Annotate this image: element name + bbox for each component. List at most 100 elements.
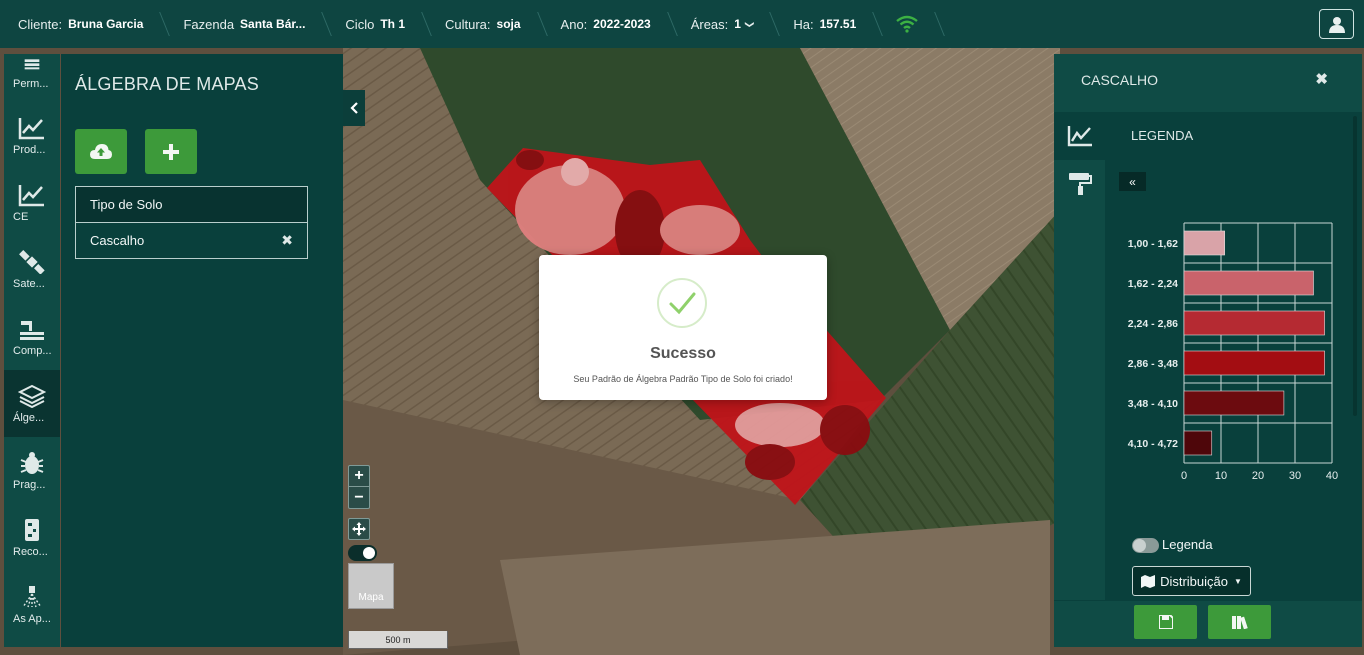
cloud-upload-icon [90, 143, 112, 159]
histogram-bar [1183, 310, 1325, 336]
x-tick-label: 40 [1326, 470, 1338, 482]
rail-item-pests[interactable]: Prag... [4, 437, 60, 504]
zoom-in-button[interactable]: + [349, 466, 369, 487]
zoom-out-button[interactable]: − [349, 487, 369, 508]
list-item[interactable]: Cascalho ✖ [75, 222, 308, 259]
rail-item-compaction[interactable]: Comp... [4, 303, 60, 370]
crumb-value: 157.51 [819, 17, 857, 31]
list-item-label: Tipo de Solo [90, 197, 163, 212]
histogram-bar [1183, 350, 1325, 376]
rail-item-permissions[interactable]: Perm... [4, 54, 60, 102]
pan-button[interactable] [348, 518, 370, 540]
panel-header: CASCALHO ✖ [1054, 54, 1362, 112]
panel-title: CASCALHO [1081, 72, 1159, 88]
map-icon [1141, 574, 1156, 588]
tab-chart[interactable] [1054, 112, 1105, 160]
list-item[interactable]: Tipo de Solo [75, 186, 308, 223]
histogram-bar [1183, 390, 1285, 416]
plus-icon [163, 143, 179, 160]
sample-icon [25, 518, 39, 541]
category-label: 4,10 - 4,72 [1128, 438, 1178, 450]
distribution-dropdown[interactable]: Distribuição ▼ [1132, 566, 1251, 596]
panel-tabs [1054, 112, 1105, 600]
rail-item-label: Prod... [13, 143, 46, 156]
crumb-value: soja [496, 17, 521, 31]
panel-footer [1054, 601, 1362, 647]
modal-title: Sucesso [650, 345, 716, 362]
permissions-icon [24, 59, 40, 70]
remove-icon[interactable]: ✖ [281, 232, 293, 249]
save-button[interactable] [1134, 605, 1197, 639]
scale-bar: 500 m [348, 631, 448, 649]
area-histogram: 0 10 20 30 40 1,00 - 1,62 1,62 - 2,24 2,24 - 2,… [1128, 222, 1338, 482]
rail-item-productivity[interactable]: Prod... [4, 102, 60, 169]
rail-item-label: CE [13, 210, 29, 223]
panel-title: ÁLGEBRA DE MAPAS [75, 74, 259, 94]
x-tick-label: 20 [1252, 470, 1264, 482]
crumb-cliente[interactable]: Cliente: Bruna Garcia [0, 0, 165, 48]
satellite-icon [19, 249, 45, 274]
histogram-bar [1183, 230, 1226, 256]
caret-down-icon: ▼ [1234, 576, 1242, 586]
crumb-label: Fazenda [183, 16, 235, 32]
crumb-cultura[interactable]: Cultura: soja [427, 0, 543, 48]
line-chart-icon [1067, 126, 1092, 147]
rail-item-label: Comp... [13, 344, 52, 357]
crumb-value: 1 [734, 17, 741, 31]
collapse-legend-button[interactable]: « [1119, 172, 1146, 191]
crumb-label: Áreas: [690, 16, 729, 32]
rail-item-algebra[interactable]: Álge... [4, 370, 60, 437]
connection-status [878, 0, 940, 48]
close-icon[interactable]: ✖ [1315, 70, 1328, 88]
user-icon [1328, 16, 1345, 33]
algebra-list: Tipo de Solo Cascalho ✖ [75, 186, 308, 259]
category-label: 3,48 - 4,10 [1128, 398, 1178, 410]
crumb-ha: Ha: 157.51 [775, 0, 878, 48]
bug-icon [20, 451, 44, 474]
crumb-fazenda[interactable]: Fazenda Santa Bár... [165, 0, 327, 48]
rail-item-label: Prag... [13, 478, 46, 491]
algebra-panel: ÁLGEBRA DE MAPAS Tipo de Solo Cascalho ✖ [61, 54, 343, 647]
chevron-down-icon[interactable]: ❯ [744, 20, 754, 28]
legend-heading: LEGENDA [1131, 128, 1194, 143]
category-label: 1,62 - 2,24 [1128, 278, 1178, 290]
x-tick-label: 0 [1181, 470, 1187, 482]
histogram-bar [1183, 430, 1213, 456]
line-chart-icon [18, 184, 44, 206]
crumb-value: 2022-2023 [593, 17, 651, 31]
crumb-value: Bruna Garcia [68, 17, 144, 31]
line-chart-icon [18, 117, 44, 139]
basemap-thumbnail[interactable]: Mapa [348, 563, 394, 609]
basemap-label: Mapa [358, 592, 384, 603]
chevron-left-icon [350, 102, 358, 114]
basemap-toggle[interactable] [348, 545, 377, 561]
crumb-areas[interactable]: Áreas: 1 ❯ [673, 0, 776, 48]
crumb-label: Ha: [793, 16, 814, 32]
list-item-label: Cascalho [90, 233, 145, 248]
add-button[interactable] [145, 129, 197, 174]
upload-button[interactable] [75, 129, 127, 174]
user-menu-button[interactable] [1319, 9, 1354, 39]
success-modal: Sucesso Seu Padrão de Álgebra Padrão Tip… [539, 255, 827, 400]
x-tick-label: 10 [1215, 470, 1227, 482]
rail-item-label: Sate... [13, 277, 45, 290]
top-bar: Cliente: Bruna Garcia Fazenda Santa Bár...… [0, 0, 1364, 48]
paint-roller-icon [1068, 173, 1092, 195]
tab-style[interactable] [1054, 160, 1105, 208]
category-label: 2,86 - 3,48 [1128, 358, 1178, 370]
crumb-label: Ano: [560, 16, 588, 32]
rail-item-satellite[interactable]: Sate... [4, 236, 60, 303]
rail-item-label: Reco... [13, 545, 48, 558]
collapse-panel-button[interactable] [343, 90, 365, 126]
crumb-ano[interactable]: Ano: 2022-2023 [543, 0, 673, 48]
rail-item-sampling[interactable]: Reco... [4, 504, 60, 571]
rail-item-applications[interactable]: As Ap... [4, 571, 60, 638]
legend-toggle-label: Legenda [1162, 537, 1213, 552]
library-button[interactable] [1208, 605, 1271, 639]
rail-item-ce[interactable]: CE [4, 169, 60, 236]
legend-toggle[interactable] [1132, 538, 1159, 553]
crumb-label: Ciclo [345, 16, 375, 32]
zoom-control: + − [348, 465, 370, 509]
rail-item-label: Perm... [13, 78, 49, 90]
crumb-ciclo[interactable]: Ciclo Th 1 [327, 0, 427, 48]
